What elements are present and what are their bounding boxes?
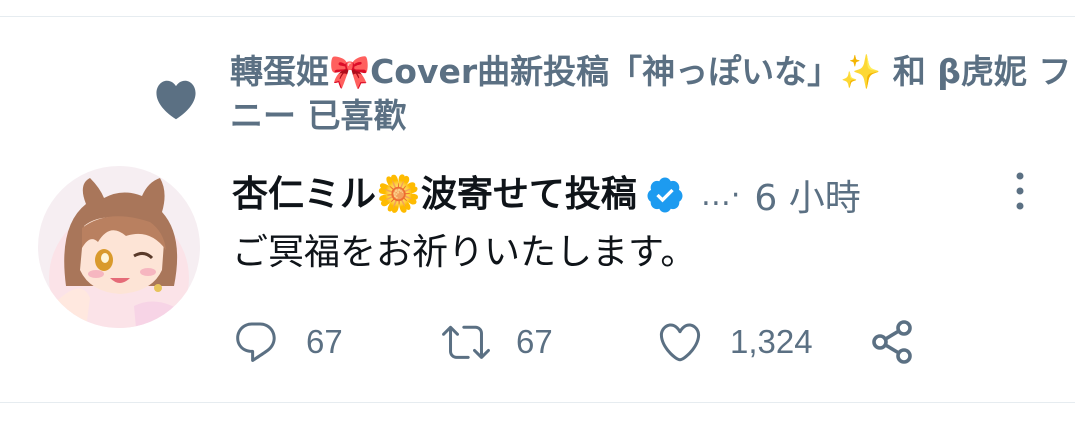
share-icon [872, 320, 912, 364]
bottom-divider [0, 402, 1075, 403]
top-divider [0, 16, 1075, 17]
retweet-button[interactable]: 67 [442, 316, 553, 368]
timestamp[interactable]: 6 小時 [754, 169, 860, 221]
avatar[interactable] [38, 166, 200, 328]
like-count: 1,324 [730, 323, 813, 360]
like-heart-icon [659, 323, 701, 362]
reply-icon [236, 322, 276, 362]
tweet-header: 杏仁ミル🌼波寄せて投稿 …· 6 小時 [232, 170, 1022, 220]
heart-icon [156, 80, 196, 120]
reply-button[interactable]: 67 [232, 316, 343, 368]
tweet-actions: 67 67 1,324 [232, 316, 952, 368]
share-button[interactable] [868, 316, 916, 368]
like-button[interactable]: 1,324 [656, 316, 813, 368]
verified-badge-icon [647, 177, 683, 213]
tweet-text: ご冥福をお祈りいたします。 [232, 232, 697, 273]
social-context: 轉蛋姫🎀Cover曲新投稿「神っぽいな」✨ 和 β虎妮 フニー 已喜歡 [150, 50, 1075, 150]
social-context-text[interactable]: 轉蛋姫🎀Cover曲新投稿「神っぽいな」✨ 和 β虎妮 フニー 已喜歡 [230, 50, 1075, 138]
avatar-image [38, 166, 200, 328]
display-name[interactable]: 杏仁ミル🌼波寄せて投稿 [232, 171, 637, 219]
retweet-icon [442, 325, 490, 359]
more-options-icon[interactable] [1010, 170, 1030, 214]
header-ellipsis: …· [700, 177, 741, 213]
retweet-count: 67 [516, 323, 553, 360]
reply-count: 67 [306, 323, 343, 360]
